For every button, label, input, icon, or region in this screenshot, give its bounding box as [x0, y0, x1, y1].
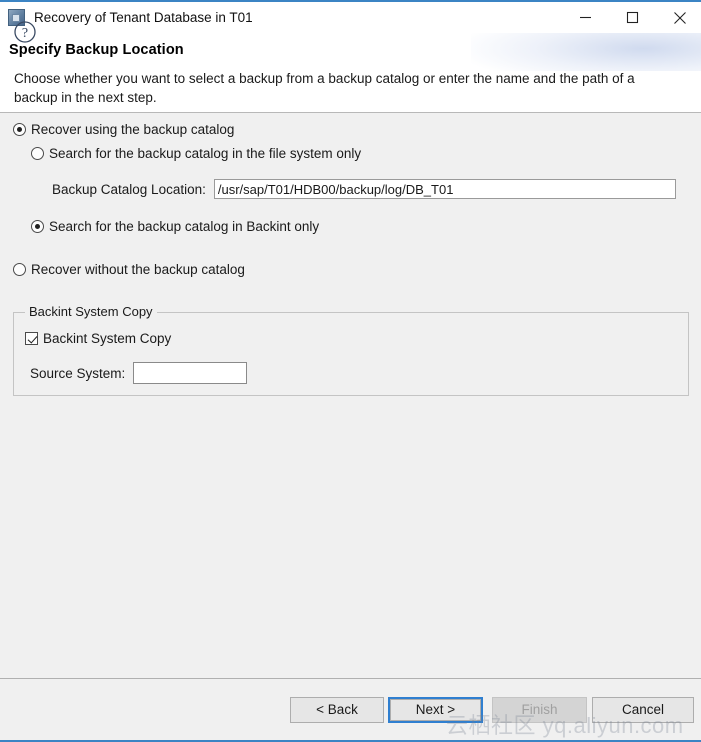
radio-recover-using-catalog[interactable]: Recover using the backup catalog — [13, 122, 234, 137]
radio-recover-without-catalog[interactable]: Recover without the backup catalog — [13, 262, 245, 277]
backup-catalog-location-label: Backup Catalog Location: — [52, 181, 206, 197]
dialog-window: Recovery of Tenant Database in T01 Speci… — [0, 0, 701, 742]
wizard-header: Specify Backup Location Choose whether y… — [0, 33, 701, 113]
backup-catalog-location-input[interactable] — [213, 179, 676, 199]
window-title: Recovery of Tenant Database in T01 — [34, 10, 253, 25]
source-system-input[interactable] — [133, 362, 248, 384]
backint-system-copy-group: Backint System Copy Backint System Copy … — [13, 304, 689, 396]
source-system-label: Source System: — [30, 365, 126, 381]
backup-catalog-location-row: Backup Catalog Location: — [52, 179, 676, 199]
radio-indicator-without-catalog — [13, 263, 26, 276]
maximize-icon[interactable] — [609, 2, 655, 33]
title-bar: Recovery of Tenant Database in T01 — [0, 2, 701, 33]
radio-indicator-backint-only — [31, 220, 44, 233]
next-button[interactable]: Next > — [388, 697, 483, 723]
back-button[interactable]: < Back — [290, 697, 384, 723]
source-system-row: Source System: — [30, 362, 248, 384]
close-icon[interactable] — [657, 2, 701, 33]
radio-label-file-system-only: Search for the backup catalog in the fil… — [49, 146, 362, 161]
radio-search-file-system-only[interactable]: Search for the backup catalog in the fil… — [31, 146, 361, 161]
radio-indicator-use-catalog — [13, 123, 26, 136]
finish-button: Finish — [492, 697, 587, 723]
radio-search-backint-only[interactable]: Search for the backup catalog in Backint… — [31, 219, 319, 234]
page-description: Choose whether you want to select a back… — [14, 71, 635, 105]
radio-label-without-catalog: Recover without the backup catalog — [31, 262, 245, 277]
radio-label-use-catalog: Recover using the backup catalog — [31, 122, 235, 137]
backint-system-copy-group-legend: Backint System Copy — [25, 304, 157, 319]
radio-indicator-file-system-only — [31, 147, 44, 160]
page-title: Specify Backup Location — [9, 42, 184, 58]
cancel-button[interactable]: Cancel — [592, 697, 694, 723]
checkbox-backint-system-copy[interactable]: Backint System Copy — [25, 331, 171, 346]
header-gradient-wash — [471, 33, 701, 71]
checkbox-indicator-backint-system-copy — [25, 332, 38, 345]
next-button-label: Next > — [390, 699, 481, 721]
minimize-icon[interactable] — [562, 2, 608, 33]
help-question-icon[interactable]: ? — [13, 20, 37, 44]
svg-text:?: ? — [22, 26, 28, 41]
radio-label-backint-only: Search for the backup catalog in Backint… — [49, 219, 320, 234]
checkbox-label-backint-system-copy: Backint System Copy — [43, 331, 172, 346]
dialog-content: Recover using the backup catalog Search … — [0, 114, 701, 678]
